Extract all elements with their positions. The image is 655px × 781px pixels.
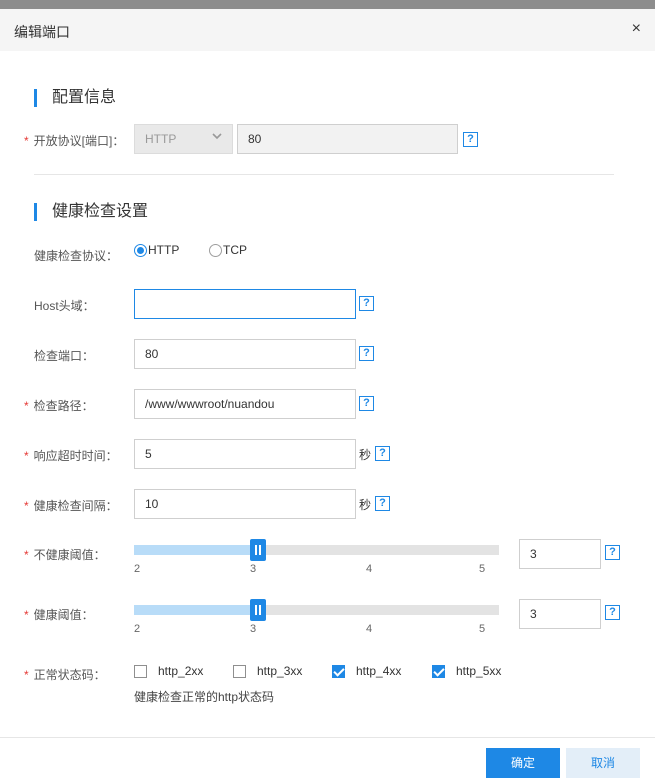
healthy-threshold-input[interactable]: 3 xyxy=(519,599,601,629)
checkbox-label: http_4xx xyxy=(356,664,402,678)
unhealthy-threshold-label-text: 不健康阈值： xyxy=(33,548,106,562)
required-mark: * xyxy=(24,449,29,463)
protocol-select[interactable]: HTTP xyxy=(134,124,233,154)
interval-label-text: 健康检查间隔： xyxy=(33,499,118,513)
required-mark: * xyxy=(24,134,29,148)
help-icon[interactable]: ? xyxy=(605,605,620,620)
config-section-title: 配置信息 xyxy=(34,89,116,107)
required-mark: * xyxy=(24,548,29,562)
required-mark: * xyxy=(24,499,29,513)
timeout-label: * 响应超时时间： xyxy=(24,447,118,464)
status-code-label: * 正常状态码： xyxy=(24,666,106,683)
checkbox-label: http_5xx xyxy=(456,664,502,678)
host-input[interactable] xyxy=(134,289,356,319)
required-mark: * xyxy=(24,399,29,413)
help-icon[interactable]: ? xyxy=(359,396,374,411)
checkbox-label: http_2xx xyxy=(158,664,204,678)
unhealthy-threshold-slider[interactable] xyxy=(134,545,499,555)
slider-tick: 5 xyxy=(479,563,486,575)
checkbox-label: http_3xx xyxy=(257,664,303,678)
interval-unit: 秒 xyxy=(359,498,372,512)
interval-input[interactable]: 10 xyxy=(134,489,356,519)
checkbox-icon xyxy=(134,664,147,678)
help-icon[interactable]: ? xyxy=(463,132,478,147)
checkbox-http-3xx[interactable]: http_3xx xyxy=(233,664,302,678)
confirm-button[interactable]: 确定 xyxy=(486,748,560,778)
unhealthy-threshold-input[interactable]: 3 xyxy=(519,539,601,569)
radio-tcp-label: TCP xyxy=(223,243,247,257)
required-mark: * xyxy=(24,608,29,622)
radio-selected-icon xyxy=(134,243,147,257)
healthy-threshold-label: * 健康阈值： xyxy=(24,606,94,623)
radio-tcp[interactable]: TCP xyxy=(209,243,247,257)
slider-tick: 4 xyxy=(366,623,373,635)
slider-fill xyxy=(134,545,257,555)
slider-handle[interactable] xyxy=(250,539,266,561)
health-section-title: 健康检查设置 xyxy=(34,203,148,221)
checkbox-http-4xx[interactable]: http_4xx xyxy=(332,664,401,678)
check-path-label-text: 检查路径： xyxy=(33,399,94,413)
interval-label: * 健康检查间隔： xyxy=(24,497,118,514)
help-icon[interactable]: ? xyxy=(359,346,374,361)
check-port-input[interactable]: 80 xyxy=(134,339,356,369)
checkbox-http-5xx[interactable]: http_5xx xyxy=(432,664,501,678)
help-icon[interactable]: ? xyxy=(359,296,374,311)
checkbox-icon xyxy=(432,664,445,678)
slider-tick: 4 xyxy=(366,563,373,575)
dialog-header: 编辑端口 × xyxy=(0,9,655,51)
help-icon[interactable]: ? xyxy=(605,545,620,560)
timeout-unit: 秒 xyxy=(359,448,372,462)
slider-handle[interactable] xyxy=(250,599,266,621)
port-input[interactable]: 80 xyxy=(237,124,458,154)
health-protocol-label: 健康检查协议： xyxy=(34,249,119,263)
radio-http[interactable]: HTTP xyxy=(134,243,179,257)
section-divider xyxy=(34,174,614,175)
checkbox-icon xyxy=(233,664,246,678)
check-path-input[interactable]: /www/wwwroot/nuandou xyxy=(134,389,356,419)
checkbox-http-2xx[interactable]: http_2xx xyxy=(134,664,203,678)
slider-tick: 3 xyxy=(250,563,257,575)
help-icon[interactable]: ? xyxy=(375,446,390,461)
check-path-label: * 检查路径： xyxy=(24,397,94,414)
radio-unselected-icon xyxy=(209,243,222,257)
required-mark: * xyxy=(24,668,29,682)
healthy-threshold-label-text: 健康阈值： xyxy=(33,608,94,622)
unhealthy-threshold-label: * 不健康阈值： xyxy=(24,546,106,563)
check-port-label: 检查端口： xyxy=(34,349,95,363)
protocol-select-value: HTTP xyxy=(145,132,177,146)
dialog-title: 编辑端口 xyxy=(14,24,70,40)
cancel-button[interactable]: 取消 xyxy=(566,748,640,778)
chevron-down-icon xyxy=(212,133,222,140)
slider-tick: 2 xyxy=(134,563,141,575)
open-protocol-label: * 开放协议[端口]： xyxy=(24,132,124,149)
timeout-input[interactable]: 5 xyxy=(134,439,356,469)
healthy-threshold-slider[interactable] xyxy=(134,605,499,615)
slider-tick: 5 xyxy=(479,623,486,635)
open-protocol-label-text: 开放协议[端口]： xyxy=(33,134,125,148)
footer-divider xyxy=(0,737,655,738)
timeout-label-text: 响应超时时间： xyxy=(33,449,118,463)
status-code-hint: 健康检查正常的http状态码 xyxy=(134,690,275,704)
help-icon[interactable]: ? xyxy=(375,496,390,511)
checkbox-icon xyxy=(332,664,345,678)
host-label: Host头域： xyxy=(34,299,95,313)
slider-tick: 3 xyxy=(250,623,257,635)
close-icon[interactable]: × xyxy=(632,20,641,38)
status-code-label-text: 正常状态码： xyxy=(33,668,106,682)
slider-tick: 2 xyxy=(134,623,141,635)
edit-port-dialog: 编辑端口 × 配置信息 * 开放协议[端口]： HTTP 80 ? 健康检查设置 … xyxy=(0,9,655,781)
radio-http-label: HTTP xyxy=(148,243,180,257)
slider-fill xyxy=(134,605,257,615)
